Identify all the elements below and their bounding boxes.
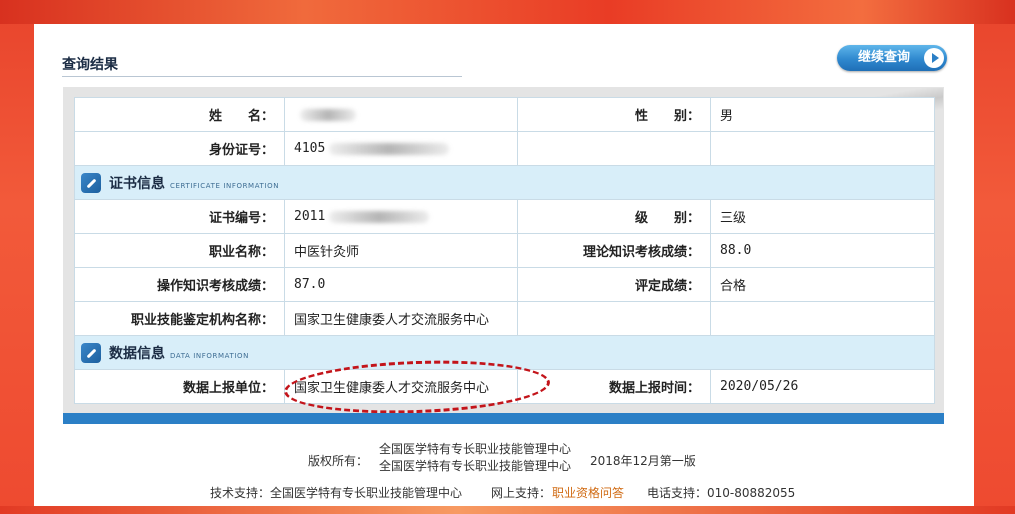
- edition-text: 2018年12月第一版: [590, 454, 696, 468]
- report-unit-label: 数据上报单位：: [74, 369, 285, 404]
- redaction-blur: [300, 108, 356, 121]
- data-section-subtitle: DATA INFORMATION: [170, 351, 249, 360]
- result-table: 姓 名： 性 别： 男 身份证号： 4105 证书信息 CERTIFICATE …: [74, 97, 935, 404]
- copyright-holder-1: 全国医学特有专长职业技能管理中心: [379, 442, 572, 456]
- certificate-section-subtitle: CERTIFICATE INFORMATION: [170, 181, 280, 190]
- cert-no-value: 2011: [284, 199, 518, 234]
- gender-label: 性 别：: [517, 97, 711, 132]
- job-value: 中医针灸师: [284, 233, 518, 268]
- practice-score-label: 操作知识考核成绩：: [74, 267, 285, 302]
- empty-cell: [517, 301, 711, 336]
- data-pen-icon: [81, 342, 101, 363]
- table-row: 身份证号： 4105: [74, 131, 935, 166]
- rating-label: 评定成绩：: [517, 267, 711, 302]
- org-value: 国家卫生健康委人才交流服务中心: [284, 301, 518, 336]
- play-arrow-icon: [924, 48, 944, 68]
- id-value: 4105: [284, 131, 518, 166]
- certificate-section-header: 证书信息 CERTIFICATE INFORMATION: [74, 165, 935, 200]
- org-label: 职业技能鉴定机构名称：: [74, 301, 285, 336]
- continue-query-button[interactable]: 继续查询: [837, 45, 947, 71]
- copyright-label: 版权所有：: [308, 454, 369, 468]
- tech-support-text: 技术支持：全国医学特有专长职业技能管理中心: [210, 486, 463, 500]
- certificate-section-title: 证书信息: [109, 175, 165, 192]
- page-title: 查询结果: [62, 57, 118, 73]
- empty-cell: [710, 301, 935, 336]
- title-row: 查询结果: [62, 50, 462, 77]
- online-support-label: 网上支持：: [491, 486, 552, 500]
- table-row: 职业技能鉴定机构名称： 国家卫生健康委人才交流服务中心: [74, 301, 935, 336]
- practice-score-value: 87.0: [284, 267, 518, 302]
- rating-value: 合格: [710, 267, 935, 302]
- qualification-faq-link[interactable]: 职业资格问答: [552, 484, 624, 501]
- copyright-holder-2: 全国医学特有专长职业技能管理中心: [379, 459, 572, 473]
- cert-no-label: 证书编号：: [74, 199, 285, 234]
- festive-banner-bottom: [0, 506, 1015, 514]
- id-label: 身份证号：: [74, 131, 285, 166]
- phone-support-text: 电话支持：010-80882055: [647, 486, 796, 500]
- redaction-blur: [329, 210, 430, 223]
- level-value: 三级: [710, 199, 935, 234]
- festive-banner-top: [0, 0, 1015, 24]
- empty-cell: [517, 131, 711, 166]
- theory-score-label: 理论知识考核成绩：: [517, 233, 711, 268]
- certificate-pen-icon: [81, 172, 101, 193]
- empty-cell: [710, 131, 935, 166]
- data-section-title: 数据信息: [109, 345, 165, 362]
- table-row: 职业名称： 中医针灸师 理论知识考核成绩： 88.0: [74, 233, 935, 268]
- footer-divider: [63, 413, 944, 424]
- name-label: 姓 名：: [74, 97, 285, 132]
- name-value: [284, 97, 518, 132]
- redaction-blur: [329, 142, 450, 155]
- job-label: 职业名称：: [74, 233, 285, 268]
- report-time-value: 2020/05/26: [710, 369, 935, 404]
- table-row: 证书编号： 2011 级 别： 三级: [74, 199, 935, 234]
- gender-value: 男: [710, 97, 935, 132]
- theory-score-value: 88.0: [710, 233, 935, 268]
- continue-query-label: 继续查询: [858, 50, 911, 65]
- level-label: 级 别：: [517, 199, 711, 234]
- table-row: 操作知识考核成绩： 87.0 评定成绩： 合格: [74, 267, 935, 302]
- table-row: 姓 名： 性 别： 男: [74, 97, 935, 132]
